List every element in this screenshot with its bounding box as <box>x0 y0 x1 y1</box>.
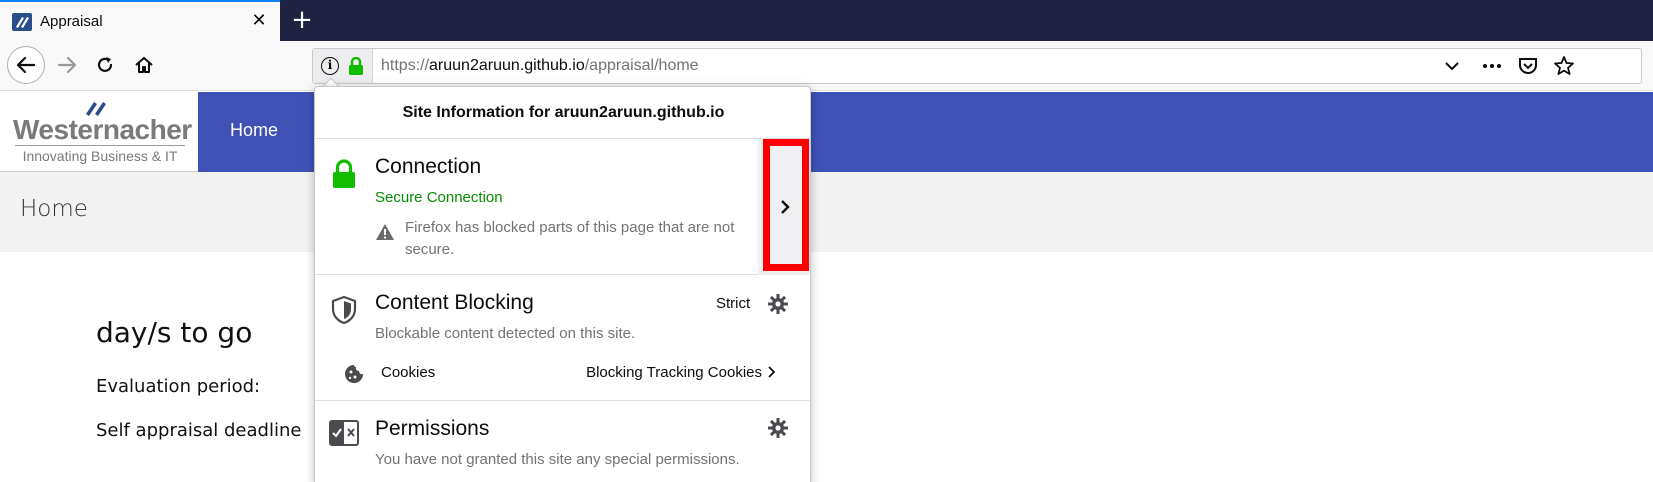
site-identity-button[interactable]: i <box>313 49 373 83</box>
chevron-down-icon[interactable] <box>1439 54 1465 78</box>
cookies-status: Blocking Tracking Cookies <box>586 364 762 381</box>
cookies-row[interactable]: Cookies Blocking Tracking Cookies <box>315 355 810 391</box>
permissions-description: You have not granted this site any speci… <box>375 451 740 468</box>
logo-name: Westernacher <box>13 114 192 145</box>
forward-arrow-icon <box>57 56 77 74</box>
content-blocking-description: Blockable content detected on this site. <box>375 325 636 342</box>
pocket-icon[interactable] <box>1515 54 1541 78</box>
secure-lock-icon <box>333 159 355 188</box>
more-icon[interactable] <box>1479 54 1505 78</box>
chevron-right-icon <box>768 366 776 378</box>
connection-status: Secure Connection <box>375 189 503 206</box>
connection-title: Connection <box>375 155 482 178</box>
highlight-annotation <box>763 139 809 271</box>
nav-home-link[interactable]: Home <box>230 120 278 141</box>
lock-icon <box>349 57 363 75</box>
url-scheme: https:// <box>381 57 430 74</box>
info-icon[interactable]: i <box>321 57 339 75</box>
permissions-icon <box>329 420 359 446</box>
navigation-toolbar: i https://aruun2aruun.github.io/appraisa… <box>0 41 1653 91</box>
url-bar[interactable]: i https://aruun2aruun.github.io/appraisa… <box>312 48 1642 84</box>
reload-icon <box>97 57 113 72</box>
site-information-panel: Site Information for aruun2aruun.github.… <box>314 86 811 482</box>
page-title: Home <box>20 196 88 222</box>
self-appraisal-deadline-label: Self appraisal deadline <box>96 420 302 441</box>
tab-title: Appraisal <box>40 13 103 30</box>
warning-icon <box>376 224 394 240</box>
permissions-title: Permissions <box>375 417 490 440</box>
logo-tagline: Innovating Business & IT <box>15 145 185 164</box>
tab-close-icon[interactable]: ✕ <box>248 10 270 32</box>
tab-appraisal[interactable]: Appraisal ✕ <box>0 0 280 41</box>
cookies-label: Cookies <box>381 364 436 381</box>
site-header: Westernacher Innovating Business & IT Ho… <box>0 92 1653 172</box>
reload-button[interactable] <box>88 48 122 82</box>
blocking-level: Strict <box>716 295 751 312</box>
mixed-content-warning: Firefox has blocked parts of this page t… <box>405 219 735 258</box>
url-path: /appraisal/home <box>584 57 699 74</box>
site-information-header: Site Information for aruun2aruun.github.… <box>315 87 810 139</box>
countdown-heading: day/s to go <box>96 316 253 349</box>
connection-section: Connection Secure Connection Firefox has… <box>315 139 810 275</box>
new-tab-icon[interactable]: + <box>288 6 316 34</box>
cookie-icon <box>345 365 363 383</box>
content-blocking-title: Content Blocking <box>375 291 534 314</box>
forward-button[interactable] <box>50 48 84 82</box>
tab-strip: Appraisal ✕ + <box>0 0 1653 41</box>
url-host: aruun2aruun.github.io <box>429 57 585 74</box>
url-text[interactable]: https://aruun2aruun.github.io/appraisal/… <box>381 57 699 75</box>
content-blocking-settings-button[interactable] <box>765 291 791 317</box>
home-icon <box>135 57 153 73</box>
breadcrumb-bar: Home <box>0 172 1653 252</box>
gear-icon <box>768 294 788 314</box>
back-arrow-icon <box>16 56 36 74</box>
evaluation-period-label: Evaluation period: <box>96 376 261 397</box>
westernacher-favicon-icon <box>12 13 32 31</box>
star-icon[interactable] <box>1551 54 1577 78</box>
content-blocking-section: Content Blocking Strict Blockable conten… <box>315 275 810 401</box>
home-button[interactable] <box>127 48 161 82</box>
gear-icon <box>768 418 788 438</box>
permissions-section: Permissions You have not granted this si… <box>315 401 810 482</box>
shield-icon <box>331 295 357 325</box>
company-logo[interactable]: Westernacher Innovating Business & IT <box>0 92 198 172</box>
back-button[interactable] <box>7 46 45 84</box>
permissions-settings-button[interactable] <box>765 415 791 441</box>
